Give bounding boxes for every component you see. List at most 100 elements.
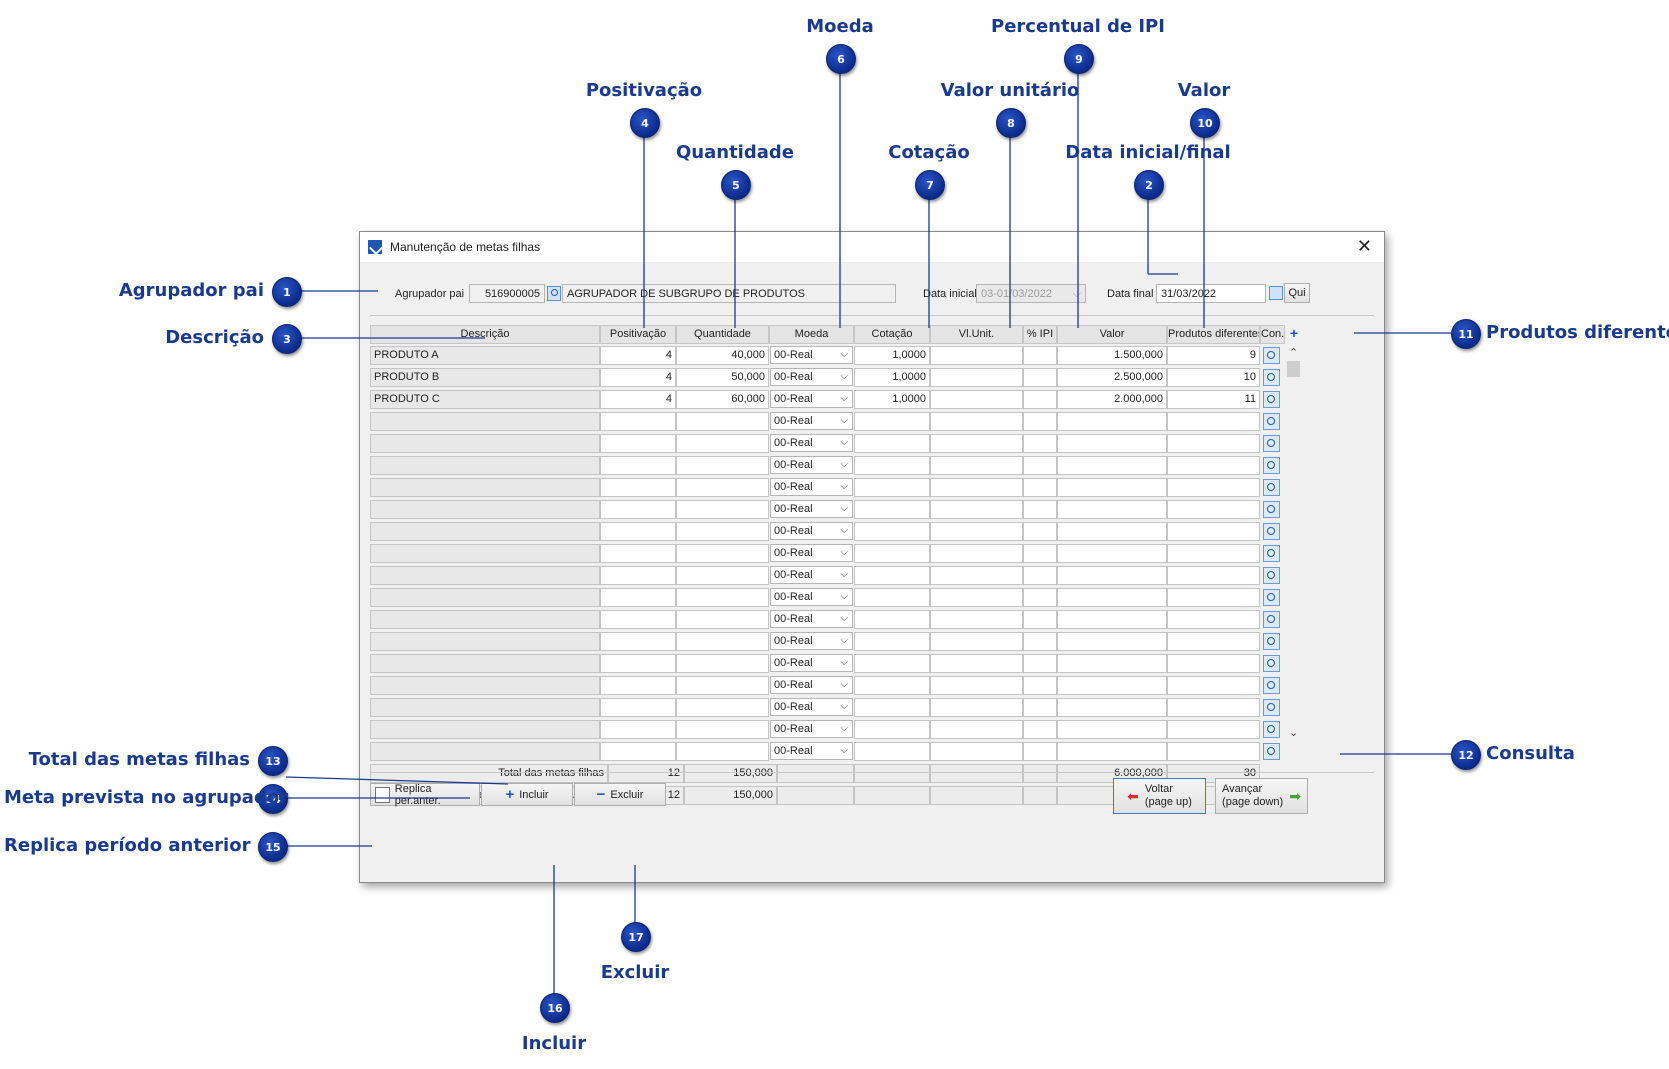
- cell-produtos[interactable]: [1167, 654, 1260, 673]
- moeda-select[interactable]: 00-Real ⌵: [770, 500, 853, 518]
- cell-descricao[interactable]: [370, 676, 600, 695]
- col-header-positivacao[interactable]: Positivação: [600, 325, 676, 344]
- consulta-icon[interactable]: [1263, 479, 1280, 496]
- col-header-descricao[interactable]: Descrição: [370, 325, 600, 344]
- cell-produtos[interactable]: [1167, 522, 1260, 541]
- cell-ipi[interactable]: [1023, 742, 1057, 761]
- cell-ipi[interactable]: [1023, 478, 1057, 497]
- cell-positivacao[interactable]: [600, 544, 676, 563]
- cell-positivacao[interactable]: 4: [600, 368, 676, 387]
- cell-ipi[interactable]: [1023, 522, 1057, 541]
- cell-valor[interactable]: [1057, 610, 1167, 629]
- cell-valor[interactable]: [1057, 544, 1167, 563]
- cell-vlunit[interactable]: [930, 500, 1023, 519]
- cell-valor[interactable]: [1057, 720, 1167, 739]
- consulta-icon[interactable]: [1263, 545, 1280, 562]
- close-icon[interactable]: ✕: [1357, 236, 1372, 257]
- consulta-icon[interactable]: [1263, 721, 1280, 738]
- cell-cotacao[interactable]: [854, 654, 930, 673]
- cell-cotacao[interactable]: [854, 720, 930, 739]
- cell-valor[interactable]: [1057, 434, 1167, 453]
- cell-produtos[interactable]: [1167, 632, 1260, 651]
- cell-produtos[interactable]: [1167, 742, 1260, 761]
- cell-positivacao[interactable]: [600, 742, 676, 761]
- cell-vlunit[interactable]: [930, 654, 1023, 673]
- moeda-select[interactable]: 00-Real ⌵: [770, 610, 853, 628]
- cell-positivacao[interactable]: [600, 478, 676, 497]
- cell-positivacao[interactable]: [600, 676, 676, 695]
- excluir-button[interactable]: − Excluir: [574, 783, 666, 806]
- col-header-vlunit[interactable]: Vl.Unit.: [930, 325, 1023, 344]
- cell-vlunit[interactable]: [930, 720, 1023, 739]
- cell-quantidade[interactable]: [676, 544, 769, 563]
- cell-descricao[interactable]: [370, 412, 600, 431]
- moeda-select[interactable]: 00-Real ⌵: [770, 588, 853, 606]
- cell-produtos[interactable]: [1167, 720, 1260, 739]
- cell-positivacao[interactable]: [600, 632, 676, 651]
- cell-quantidade[interactable]: [676, 412, 769, 431]
- cell-quantidade[interactable]: 40,000: [676, 346, 769, 365]
- cell-vlunit[interactable]: [930, 588, 1023, 607]
- cell-cotacao[interactable]: 1,0000: [854, 390, 930, 409]
- cell-descricao[interactable]: [370, 742, 600, 761]
- cell-vlunit[interactable]: [930, 478, 1023, 497]
- cell-positivacao[interactable]: [600, 720, 676, 739]
- cell-positivacao[interactable]: 4: [600, 346, 676, 365]
- cell-quantidade[interactable]: [676, 478, 769, 497]
- cell-vlunit[interactable]: [930, 544, 1023, 563]
- moeda-select[interactable]: 00-Real ⌵: [770, 544, 853, 562]
- col-header-produtos-diferentes[interactable]: Produtos diferentes: [1167, 325, 1260, 344]
- cell-positivacao[interactable]: [600, 522, 676, 541]
- cell-cotacao[interactable]: [854, 742, 930, 761]
- moeda-select[interactable]: 00-Real ⌵: [770, 390, 853, 408]
- moeda-select[interactable]: 00-Real ⌵: [770, 632, 853, 650]
- cell-vlunit[interactable]: [930, 390, 1023, 409]
- cell-positivacao[interactable]: [600, 610, 676, 629]
- cell-ipi[interactable]: [1023, 500, 1057, 519]
- cell-valor[interactable]: [1057, 588, 1167, 607]
- cell-produtos[interactable]: [1167, 698, 1260, 717]
- calendar-icon[interactable]: [1269, 286, 1283, 300]
- cell-cotacao[interactable]: [854, 412, 930, 431]
- cell-positivacao[interactable]: [600, 434, 676, 453]
- cell-ipi[interactable]: [1023, 610, 1057, 629]
- cell-quantidade[interactable]: 50,000: [676, 368, 769, 387]
- cell-valor[interactable]: [1057, 522, 1167, 541]
- moeda-select[interactable]: 00-Real ⌵: [770, 654, 853, 672]
- cell-ipi[interactable]: [1023, 676, 1057, 695]
- cell-cotacao[interactable]: [854, 632, 930, 651]
- cell-valor[interactable]: [1057, 456, 1167, 475]
- cell-produtos[interactable]: 9: [1167, 346, 1260, 365]
- scroll-down-icon[interactable]: ⌄: [1289, 726, 1298, 739]
- cell-produtos[interactable]: [1167, 544, 1260, 563]
- cell-cotacao[interactable]: [854, 522, 930, 541]
- cell-quantidade[interactable]: [676, 588, 769, 607]
- cell-descricao[interactable]: [370, 478, 600, 497]
- moeda-select[interactable]: 00-Real ⌵: [770, 522, 853, 540]
- cell-descricao[interactable]: PRODUTO C: [370, 390, 600, 409]
- cell-ipi[interactable]: [1023, 698, 1057, 717]
- cell-descricao[interactable]: [370, 500, 600, 519]
- cell-cotacao[interactable]: [854, 544, 930, 563]
- grid-scrollbar[interactable]: ⌃ ⌄: [1285, 344, 1302, 744]
- moeda-select[interactable]: 00-Real ⌵: [770, 346, 853, 364]
- cell-valor[interactable]: [1057, 500, 1167, 519]
- cell-descricao[interactable]: [370, 632, 600, 651]
- moeda-select[interactable]: 00-Real ⌵: [770, 456, 853, 474]
- voltar-button[interactable]: ⬅ Voltar (page up): [1113, 778, 1206, 814]
- cell-descricao[interactable]: [370, 610, 600, 629]
- moeda-select[interactable]: 00-Real ⌵: [770, 412, 853, 430]
- consulta-icon[interactable]: [1263, 391, 1280, 408]
- cell-produtos[interactable]: [1167, 434, 1260, 453]
- cell-descricao[interactable]: [370, 698, 600, 717]
- cell-quantidade[interactable]: [676, 676, 769, 695]
- replica-button[interactable]: Replica per.anter.: [370, 783, 480, 807]
- cell-quantidade[interactable]: [676, 500, 769, 519]
- cell-produtos[interactable]: [1167, 478, 1260, 497]
- cell-positivacao[interactable]: 4: [600, 390, 676, 409]
- cell-positivacao[interactable]: [600, 588, 676, 607]
- cell-cotacao[interactable]: [854, 434, 930, 453]
- cell-positivacao[interactable]: [600, 566, 676, 585]
- cell-ipi[interactable]: [1023, 412, 1057, 431]
- avancar-button[interactable]: Avançar (page down) ➡: [1215, 778, 1308, 814]
